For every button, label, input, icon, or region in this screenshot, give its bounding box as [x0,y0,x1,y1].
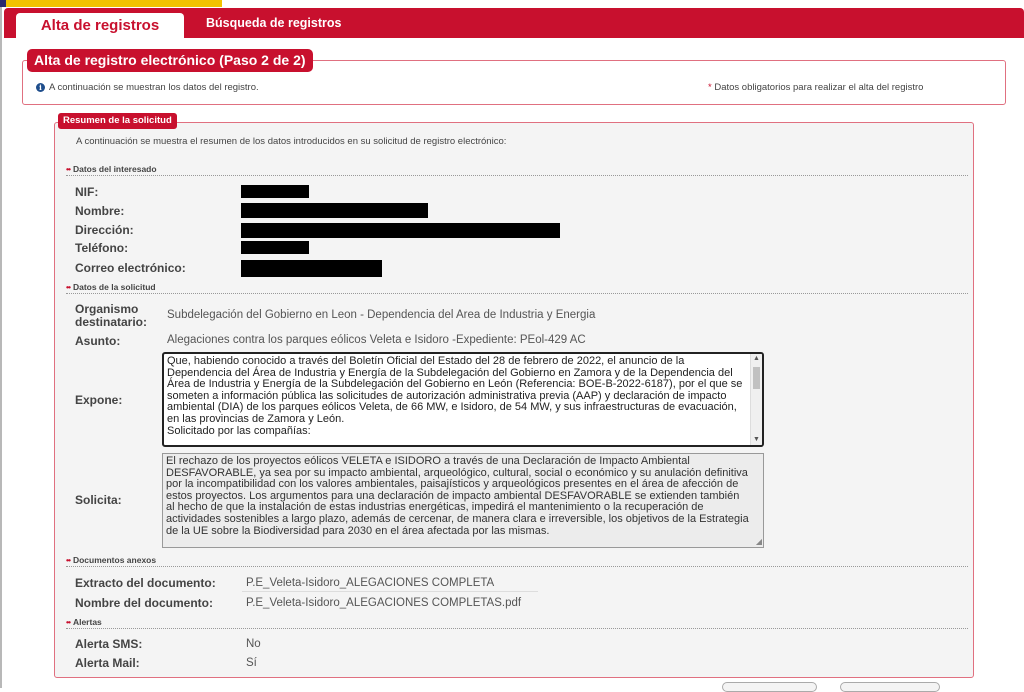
alerta-sms-value: No [246,638,261,650]
expone-textarea[interactable]: Que, habiendo conocido a través del Bole… [162,352,764,447]
section-alertas-heading: Alertas [72,617,102,627]
alerta-mail-value: Sí [246,657,257,669]
redacted-nif [241,185,309,198]
asunto-label: Asunto: [75,334,121,348]
redacted-nombre [241,203,428,218]
submit-button[interactable] [840,682,940,692]
section-interesado: •• Datos del interesado [66,164,968,176]
redacted-telefono [241,241,309,254]
correo-label: Correo electrónico: [75,261,186,275]
asunto-value: Alegaciones contra los parques eólicos V… [167,334,586,346]
scroll-down-arrow-icon[interactable]: ▼ [753,436,760,444]
summary-title: Resumen de la solicitud [58,113,177,129]
extracto-value: P.E_Veleta-Isidoro_ALEGACIONES COMPLETA [246,577,495,589]
required-note-text: Datos obligatorios para realizar el alta… [714,82,924,93]
tab-bar: Alta de registros Búsqueda de registros [4,8,1024,38]
step-info: i A continuación se muestran los datos d… [36,82,259,93]
organismo-value: Subdelegación del Gobierno en Leon - Dep… [167,309,596,321]
redacted-direccion [241,223,560,238]
tab-alta-registros[interactable]: Alta de registros [16,13,184,38]
nombre-documento-label: Nombre del documento: [75,596,214,610]
alerta-sms-label: Alerta SMS: [75,637,143,651]
nif-label: NIF: [75,185,99,199]
direccion-label: Dirección: [75,223,134,237]
solicita-textarea[interactable]: El rechazo de los proyectos eólicos VELE… [162,453,764,548]
required-asterisk: * [708,82,712,93]
section-bullet-icon: •• [66,164,71,174]
extracto-label: Extracto del documento: [75,576,216,590]
section-documentos-heading: Documentos anexos [72,555,157,565]
section-bullet-icon: •• [66,617,71,627]
section-interesado-heading: Datos del interesado [72,164,157,174]
step-title: Alta de registro electrónico (Paso 2 de … [27,49,313,72]
header-flag-strip [0,0,222,7]
organismo-label-line1: Organismo [75,302,139,316]
back-button[interactable] [722,682,817,692]
solicita-text: El rechazo de los proyectos eólicos VELE… [166,455,749,537]
solicita-label: Solicita: [75,493,122,507]
resize-grip-icon[interactable]: ◢ [756,538,762,546]
info-icon: i [36,83,45,92]
section-alertas: •• Alertas [66,617,968,629]
extracto-underline [242,591,538,592]
expone-text: Que, habiendo conocido a través del Bole… [167,355,743,437]
redacted-correo [241,260,382,277]
expone-label: Expone: [75,393,123,407]
nombre-label: Nombre: [75,204,125,218]
section-bullet-icon: •• [66,555,71,565]
required-note: * Datos obligatorios para realizar el al… [708,82,923,93]
step-info-text: A continuación se muestran los datos del… [49,82,259,93]
section-bullet-icon: •• [66,282,71,292]
section-solicitud-heading: Datos de la solicitud [72,282,156,292]
flag-yellow-segment [6,0,222,7]
organismo-label-line2: destinatario: [75,315,148,329]
scroll-thumb[interactable] [753,367,760,389]
telefono-label: Teléfono: [75,241,129,255]
summary-intro: A continuación se muestra el resumen de … [76,136,507,147]
scroll-up-arrow-icon[interactable]: ▲ [753,355,760,363]
alerta-mail-label: Alerta Mail: [75,656,140,670]
section-documentos: •• Documentos anexos [66,555,968,567]
section-solicitud: •• Datos de la solicitud [66,282,968,294]
left-edge-divider [0,7,2,688]
expone-scrollbar[interactable]: ▲ ▼ [750,354,762,445]
tab-busqueda-registros[interactable]: Búsqueda de registros [206,16,341,30]
nombre-documento-value: P.E_Veleta-Isidoro_ALEGACIONES COMPLETAS… [246,597,522,609]
